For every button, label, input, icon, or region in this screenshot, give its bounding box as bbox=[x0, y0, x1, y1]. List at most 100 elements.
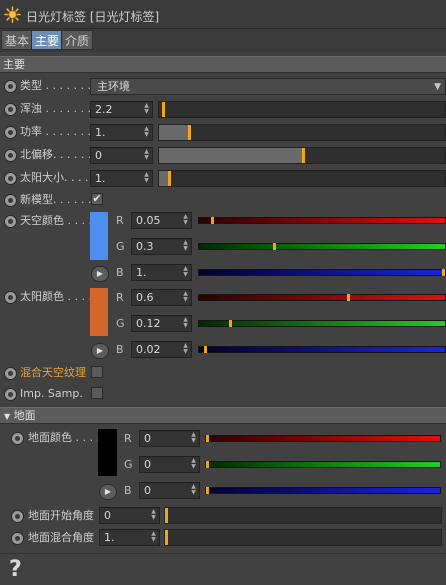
ground-color-animate-radio[interactable] bbox=[11, 432, 24, 445]
spinner-icon[interactable]: ▲ ▼ bbox=[190, 458, 197, 471]
sun-size-label: 太阳大小. . . . . bbox=[20, 171, 96, 184]
spinner-icon[interactable]: ▲ ▼ bbox=[190, 432, 197, 445]
ground-color-expand-button[interactable]: ▶ bbox=[99, 484, 117, 500]
spinner-icon[interactable]: ▲ ▼ bbox=[143, 149, 150, 162]
sky-r-slider[interactable] bbox=[198, 217, 446, 224]
power-slider[interactable] bbox=[158, 124, 446, 141]
sun-size-animate-radio[interactable] bbox=[4, 172, 17, 185]
help-icon[interactable]: ? bbox=[9, 557, 22, 582]
slider-knob[interactable] bbox=[211, 217, 214, 224]
ground-blend-angle-value: 1. bbox=[104, 531, 115, 544]
sky-b-slider[interactable] bbox=[198, 269, 446, 276]
slider-knob[interactable] bbox=[165, 530, 168, 545]
sky-b-input[interactable]: 1. ▲ ▼ bbox=[131, 264, 192, 281]
spinner-icon[interactable]: ▲ ▼ bbox=[150, 509, 157, 522]
tab-medium[interactable]: 介质 bbox=[61, 30, 94, 50]
ground-start-angle-input[interactable]: 0 ▲ ▼ bbox=[99, 507, 160, 524]
sun-g-slider[interactable] bbox=[198, 320, 446, 327]
sun-b-input[interactable]: 0.02 ▲ ▼ bbox=[131, 341, 192, 358]
spinner-icon[interactable]: ▲ ▼ bbox=[190, 484, 197, 497]
new-model-checkbox[interactable]: ✔ bbox=[91, 193, 103, 205]
ground-blend-angle-slider[interactable] bbox=[164, 529, 442, 546]
slider-knob[interactable] bbox=[442, 269, 445, 276]
sky-color-swatch[interactable] bbox=[90, 212, 108, 260]
power-animate-radio[interactable] bbox=[4, 126, 17, 139]
ground-g-slider[interactable] bbox=[205, 461, 441, 468]
ground-b-label: B bbox=[124, 484, 132, 497]
ground-g-input[interactable]: 0 ▲ ▼ bbox=[139, 456, 200, 473]
turbidity-animate-radio[interactable] bbox=[4, 103, 17, 116]
ground-section-header[interactable]: ▼ 地面 bbox=[0, 407, 446, 424]
spinner-icon[interactable]: ▲ ▼ bbox=[143, 172, 150, 185]
ground-b-slider[interactable] bbox=[205, 487, 441, 494]
sun-g-input[interactable]: 0.12 ▲ ▼ bbox=[131, 315, 192, 332]
slider-knob[interactable] bbox=[188, 125, 191, 140]
sun-size-input[interactable]: 1. ▲ ▼ bbox=[90, 170, 153, 187]
ground-blend-angle-animate-radio[interactable] bbox=[11, 532, 24, 545]
north-offset-animate-radio[interactable] bbox=[4, 149, 17, 162]
new-model-animate-radio[interactable] bbox=[4, 194, 17, 207]
ground-start-angle-animate-radio[interactable] bbox=[11, 510, 24, 523]
spinner-icon[interactable]: ▲ ▼ bbox=[182, 240, 189, 253]
north-offset-label: 北偏移. . . . . . bbox=[20, 148, 92, 161]
sun-b-slider[interactable] bbox=[198, 346, 446, 353]
footer-bar: ? bbox=[0, 553, 446, 585]
sky-g-slider[interactable] bbox=[198, 243, 446, 250]
slider-knob[interactable] bbox=[162, 102, 165, 117]
tab-main[interactable]: 主要 bbox=[31, 30, 64, 50]
sun-color-expand-button[interactable]: ▶ bbox=[91, 343, 109, 359]
ground-r-input[interactable]: 0 ▲ ▼ bbox=[139, 430, 200, 447]
sky-color-label: 天空颜色 . . . . bbox=[20, 214, 92, 227]
window-title: 日光灯标签 [日光灯标签] bbox=[26, 10, 160, 24]
slider-knob[interactable] bbox=[347, 294, 350, 301]
tab-basic[interactable]: 基本 bbox=[1, 30, 34, 50]
sky-color-animate-radio[interactable] bbox=[4, 215, 17, 228]
type-animate-radio[interactable] bbox=[4, 80, 17, 93]
ground-r-slider[interactable] bbox=[205, 435, 441, 442]
sky-g-label: G bbox=[116, 240, 125, 253]
spinner-icon[interactable]: ▲ ▼ bbox=[182, 266, 189, 279]
imp-samp-checkbox[interactable] bbox=[91, 387, 103, 399]
spinner-icon[interactable]: ▲ ▼ bbox=[143, 126, 150, 139]
spinner-icon[interactable]: ▲ ▼ bbox=[143, 103, 150, 116]
type-dropdown[interactable]: 主环境 ▼ bbox=[90, 78, 446, 95]
ground-start-angle-slider[interactable] bbox=[164, 507, 442, 524]
main-section-title: 主要 bbox=[3, 58, 25, 71]
sky-color-expand-button[interactable]: ▶ bbox=[91, 266, 109, 282]
slider-knob[interactable] bbox=[206, 435, 209, 442]
type-label: 类型 . . . . . . . bbox=[20, 79, 91, 92]
spinner-icon[interactable]: ▲ ▼ bbox=[150, 531, 157, 544]
ground-color-swatch[interactable] bbox=[98, 429, 117, 476]
mix-sky-texture-animate-radio[interactable] bbox=[4, 367, 17, 380]
slider-knob[interactable] bbox=[204, 346, 207, 353]
north-offset-slider[interactable] bbox=[158, 147, 446, 164]
spinner-icon[interactable]: ▲ ▼ bbox=[182, 343, 189, 356]
turbidity-input[interactable]: 2.2 ▲ ▼ bbox=[90, 101, 153, 118]
sun-color-swatch[interactable] bbox=[90, 288, 108, 336]
ground-b-input[interactable]: 0 ▲ ▼ bbox=[139, 482, 200, 499]
slider-knob[interactable] bbox=[206, 487, 209, 494]
slider-knob[interactable] bbox=[302, 148, 305, 163]
type-value: 主环境 bbox=[97, 80, 130, 93]
imp-samp-animate-radio[interactable] bbox=[4, 388, 17, 401]
north-offset-input[interactable]: 0 ▲ ▼ bbox=[90, 147, 153, 164]
mix-sky-texture-checkbox[interactable] bbox=[91, 366, 103, 378]
sky-g-input[interactable]: 0.3 ▲ ▼ bbox=[131, 238, 192, 255]
sky-r-input[interactable]: 0.05 ▲ ▼ bbox=[131, 212, 192, 229]
slider-knob[interactable] bbox=[206, 461, 209, 468]
sun-color-animate-radio[interactable] bbox=[4, 291, 17, 304]
turbidity-slider[interactable] bbox=[158, 101, 446, 118]
sun-size-slider[interactable] bbox=[158, 170, 446, 187]
power-input[interactable]: 1. ▲ ▼ bbox=[90, 124, 153, 141]
spinner-icon[interactable]: ▲ ▼ bbox=[182, 214, 189, 227]
spinner-icon[interactable]: ▲ ▼ bbox=[182, 317, 189, 330]
spinner-icon[interactable]: ▲ ▼ bbox=[182, 291, 189, 304]
slider-knob[interactable] bbox=[273, 243, 276, 250]
slider-fill bbox=[159, 125, 188, 140]
ground-blend-angle-input[interactable]: 1. ▲ ▼ bbox=[99, 529, 160, 546]
sun-r-slider[interactable] bbox=[198, 294, 446, 301]
sun-r-input[interactable]: 0.6 ▲ ▼ bbox=[131, 289, 192, 306]
slider-knob[interactable] bbox=[165, 508, 168, 523]
slider-knob[interactable] bbox=[229, 320, 232, 327]
slider-knob[interactable] bbox=[168, 171, 171, 186]
